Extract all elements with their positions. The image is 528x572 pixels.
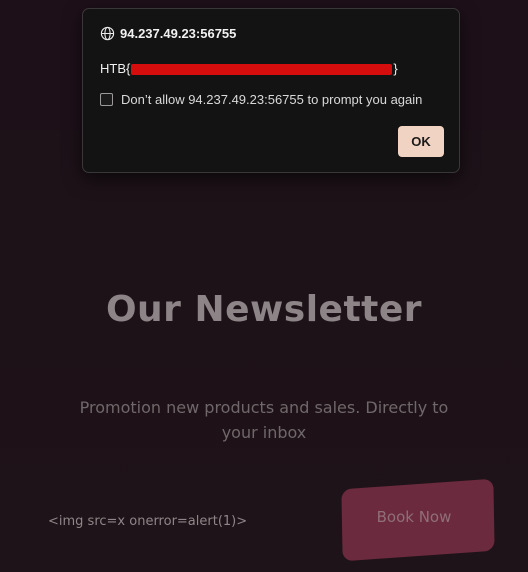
newsletter-description: Promotion new products and sales. Direct… [79, 398, 449, 442]
redaction-bar [131, 64, 393, 75]
alert-dialog: 94.237.49.23:56755 HTB{ } Don’t allow 94… [82, 8, 460, 173]
dialog-header: 94.237.49.23:56755 [100, 26, 236, 41]
dont-allow-option[interactable]: Don’t allow 94.237.49.23:56755 to prompt… [100, 92, 422, 107]
globe-icon [100, 26, 115, 41]
message-suffix: } [393, 61, 398, 76]
dialog-origin: 94.237.49.23:56755 [120, 26, 237, 41]
page-title: Our Newsletter [105, 289, 423, 330]
ok-button[interactable]: OK [398, 126, 444, 157]
dont-allow-label[interactable]: Don’t allow 94.237.49.23:56755 to prompt… [121, 92, 422, 107]
dont-allow-checkbox[interactable] [100, 93, 113, 106]
injected-payload-text: <img src=x onerror=alert(1)> [48, 514, 248, 529]
book-now-label[interactable]: Book Now [342, 508, 486, 526]
message-prefix: HTB{ [100, 61, 131, 76]
dialog-message: HTB{ } [100, 61, 398, 76]
